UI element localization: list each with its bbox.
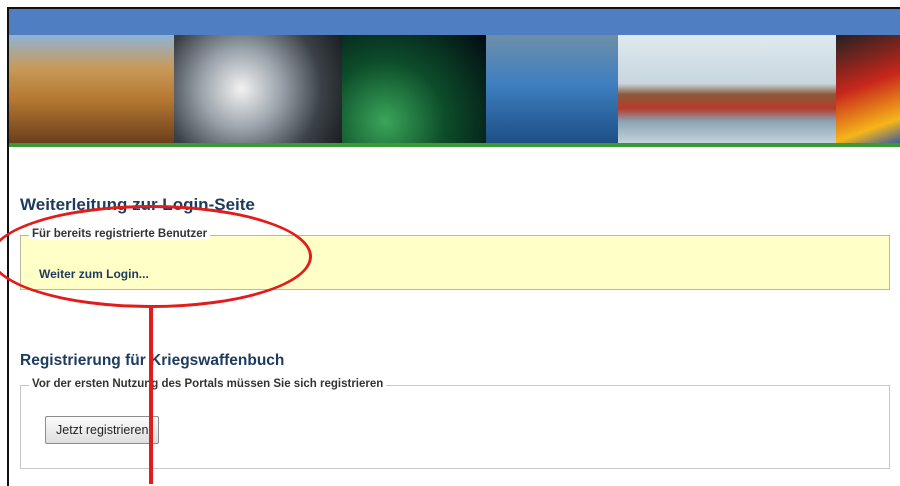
registration-fieldset: Vor der ersten Nutzung des Portals müsse…: [20, 378, 890, 469]
banner-divider: [9, 143, 900, 147]
flags-image: [836, 35, 900, 143]
login-section-title: Weiterleitung zur Login-Seite: [20, 195, 255, 214]
login-fieldset: Für bereits registrierte Benutzer Weiter…: [20, 228, 890, 290]
registration-fieldset-legend: Vor der ersten Nutzung des Portals müsse…: [29, 378, 387, 390]
houses-solar-image: [9, 35, 174, 143]
trade-fair-booth-image: [486, 35, 618, 143]
register-button[interactable]: Jetzt registrieren: [45, 416, 160, 444]
container-ship-image: [618, 35, 836, 143]
login-fieldset-legend: Für bereits registrierte Benutzer: [29, 228, 211, 240]
header-bar: [9, 9, 900, 35]
steel-coils-image: [174, 35, 342, 143]
registration-section-title: Registrierung für Kriegswaffenbuch: [20, 352, 285, 369]
header-banner: [9, 35, 900, 143]
browser-content-frame: Weiterleitung zur Login-Seite Für bereit…: [7, 7, 900, 486]
login-link[interactable]: Weiter zum Login...: [39, 267, 149, 281]
satellite-earth-image: [342, 35, 486, 143]
